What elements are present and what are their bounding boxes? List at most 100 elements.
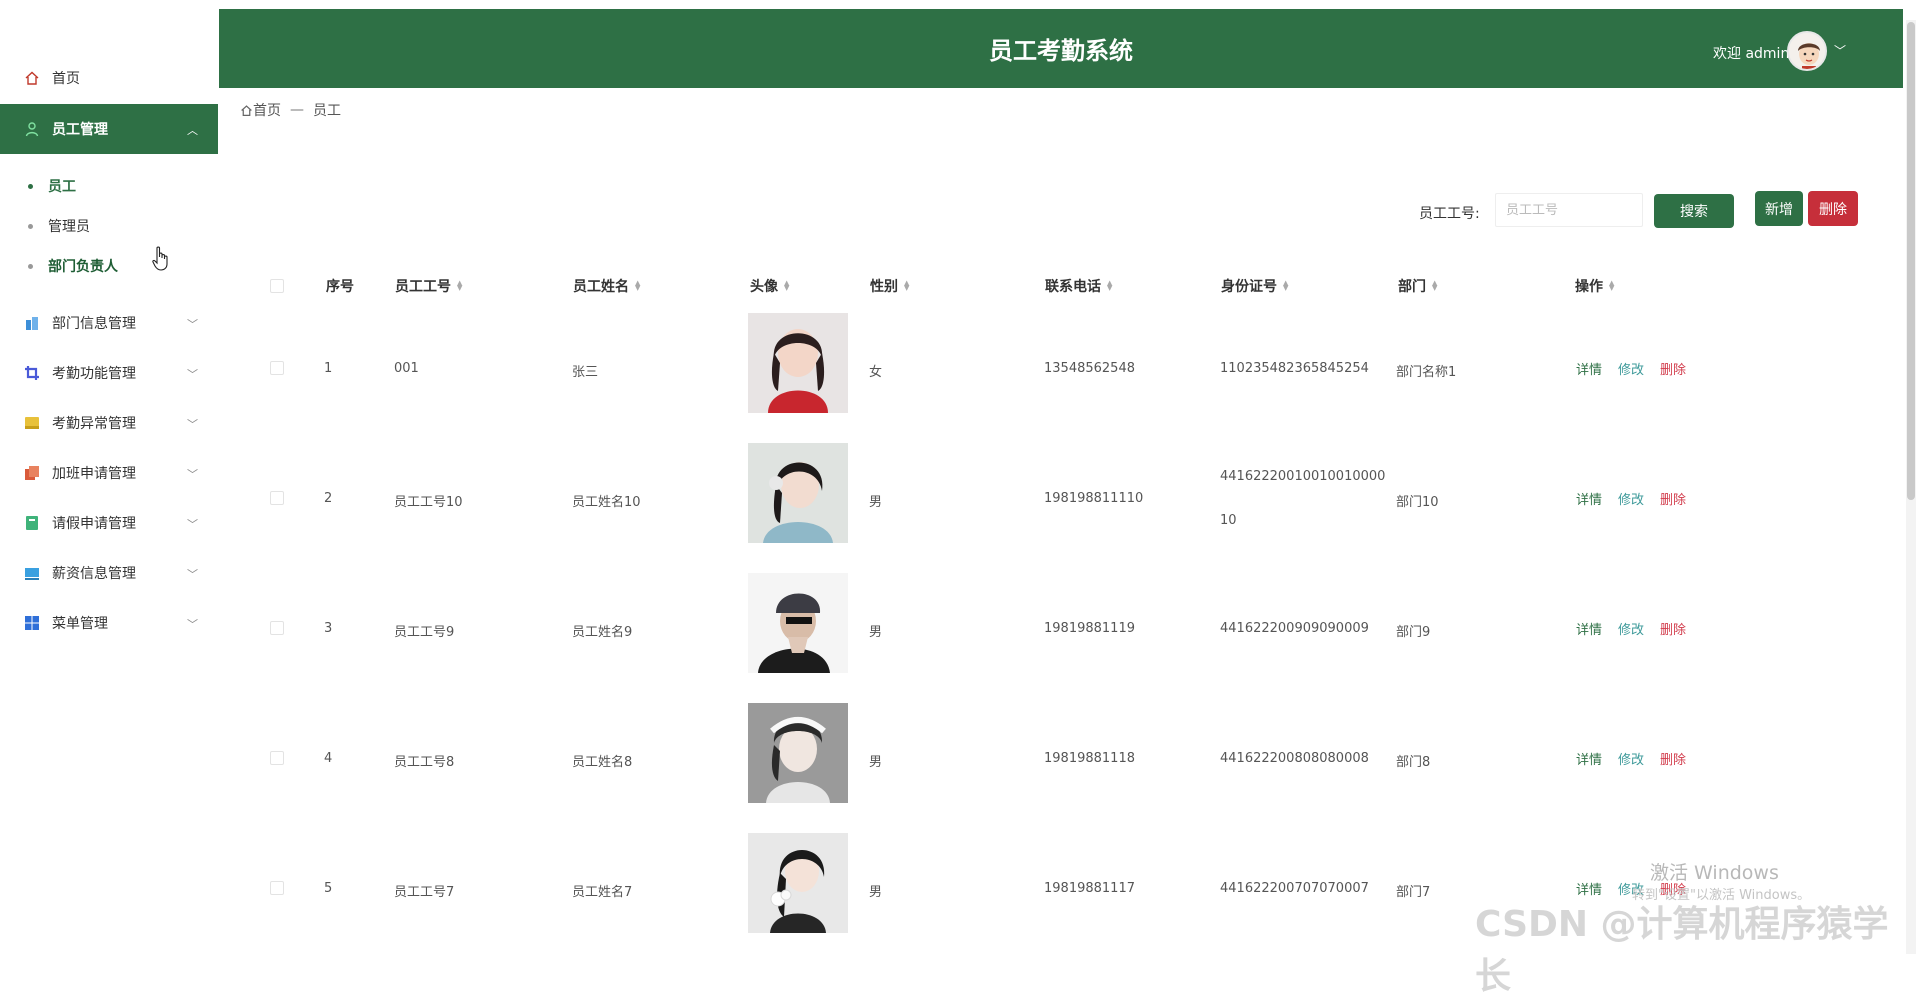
- chevron-down-icon[interactable]: ﹀: [1834, 42, 1846, 59]
- top-header: 员工考勤系统 欢迎 admin ﹀: [219, 9, 1903, 88]
- sidebar-subitem-dept-head[interactable]: 部门负责人: [28, 252, 118, 280]
- cell-emp-no: 001: [394, 361, 419, 376]
- column-header-label: 身份证号: [1221, 279, 1277, 295]
- edit-link[interactable]: 修改: [1618, 489, 1644, 508]
- sidebar-item-salary[interactable]: 薪资信息管理 ﹀: [0, 548, 218, 598]
- delete-link[interactable]: 删除: [1660, 359, 1686, 378]
- cell-dept: 部门8: [1396, 755, 1431, 770]
- portrait-image: [748, 443, 848, 543]
- sort-icon[interactable]: ▲ ▼: [635, 280, 640, 292]
- crop-icon: [25, 366, 39, 380]
- scrollbar-thumb[interactable]: [1907, 22, 1915, 500]
- mouse-cursor-icon: [152, 246, 168, 271]
- sidebar-subitem-admin[interactable]: 管理员: [28, 212, 90, 240]
- delete-link[interactable]: 删除: [1660, 749, 1686, 768]
- cell-dept: 部门9: [1396, 625, 1431, 640]
- cell-id-card: 441622200808080008: [1220, 751, 1369, 766]
- employee-photo: [748, 573, 848, 673]
- column-header-dept[interactable]: 部门 ▲ ▼: [1398, 276, 1437, 296]
- table-row: 3 员工工号9 员工姓名9 男 19819881119 441622200909…: [260, 568, 1860, 698]
- cell-id-card: 44162220010010010000: [1220, 469, 1386, 484]
- cell-name: 员工姓名7: [572, 885, 633, 900]
- detail-link[interactable]: 详情: [1576, 619, 1602, 638]
- sort-icon[interactable]: ▲ ▼: [1609, 280, 1614, 292]
- column-header-phone[interactable]: 联系电话 ▲ ▼: [1045, 276, 1112, 296]
- sidebar-subitem-employee[interactable]: 员工: [28, 172, 76, 200]
- sidebar-item-home[interactable]: 首页: [0, 53, 218, 103]
- select-all-checkbox[interactable]: [270, 279, 284, 293]
- chevron-down-icon: ﹀: [187, 418, 198, 431]
- cell-id-card: 441622200909090009: [1220, 621, 1369, 636]
- csdn-watermark: CSDN @计算机程序猿学长: [1475, 904, 1889, 997]
- sidebar-item-dept-info[interactable]: 部门信息管理 ﹀: [0, 298, 218, 348]
- sidebar-item-label: 薪资信息管理: [52, 566, 136, 582]
- detail-link[interactable]: 详情: [1576, 749, 1602, 768]
- cell-dept: 部门名称1: [1396, 365, 1457, 380]
- cell-phone: 19819881118: [1044, 751, 1135, 766]
- sort-icon[interactable]: ▲ ▼: [1283, 280, 1288, 292]
- sort-icon[interactable]: ▲ ▼: [904, 280, 909, 292]
- column-header-name[interactable]: 员工姓名 ▲ ▼: [573, 276, 640, 296]
- bullet-icon: [28, 183, 33, 189]
- edit-link[interactable]: 修改: [1618, 619, 1644, 638]
- portrait-image: [748, 833, 848, 933]
- portrait-image: [748, 703, 848, 803]
- sidebar-item-overtime[interactable]: 加班申请管理 ﹀: [0, 448, 218, 498]
- column-header-emp-no[interactable]: 员工工号 ▲ ▼: [395, 276, 462, 296]
- cell-id-card: 441622200707070007: [1220, 881, 1369, 896]
- sidebar-item-employee-mgmt[interactable]: 员工管理 ︿: [0, 104, 218, 154]
- column-header-label: 操作: [1575, 279, 1603, 295]
- cell-phone: 13548562548: [1044, 361, 1135, 376]
- sidebar-item-attendance[interactable]: 考勤功能管理 ﹀: [0, 348, 218, 398]
- delete-link[interactable]: 删除: [1660, 619, 1686, 638]
- column-header-gender[interactable]: 性别 ▲ ▼: [870, 276, 909, 296]
- cell-emp-no: 员工工号8: [394, 755, 455, 770]
- welcome-text: 欢迎 admin: [1713, 46, 1790, 62]
- row-checkbox[interactable]: [270, 361, 284, 375]
- cell-name: 员工姓名9: [572, 625, 633, 640]
- column-header-label: 序号: [326, 279, 354, 295]
- row-checkbox[interactable]: [270, 751, 284, 765]
- avatar[interactable]: [1787, 31, 1827, 71]
- sidebar-item-label: 部门信息管理: [52, 316, 136, 332]
- cell-gender: 男: [869, 495, 883, 510]
- cell-index: 3: [324, 621, 333, 636]
- edit-link[interactable]: 修改: [1618, 359, 1644, 378]
- search-input[interactable]: [1495, 193, 1643, 227]
- employee-photo: [748, 313, 848, 413]
- grid-icon: [25, 616, 39, 630]
- sidebar-subitem-label: 员工: [48, 179, 76, 195]
- column-header-actions[interactable]: 操作 ▲ ▼: [1575, 276, 1614, 296]
- search-button[interactable]: 搜索: [1654, 194, 1734, 228]
- cell-phone: 19819881117: [1044, 881, 1135, 896]
- sidebar-item-attendance-exception[interactable]: 考勤异常管理 ﹀: [0, 398, 218, 448]
- row-checkbox[interactable]: [270, 491, 284, 505]
- sort-icon[interactable]: ▲ ▼: [1432, 280, 1437, 292]
- employee-photo: [748, 443, 848, 543]
- building-icon: [26, 317, 38, 330]
- breadcrumb-home[interactable]: 首页: [253, 100, 281, 120]
- detail-link[interactable]: 详情: [1576, 489, 1602, 508]
- vertical-scrollbar[interactable]: [1906, 20, 1916, 954]
- sidebar-item-menu[interactable]: 菜单管理 ﹀: [0, 598, 218, 648]
- delete-link[interactable]: 删除: [1660, 489, 1686, 508]
- column-header-label: 员工工号: [395, 279, 451, 295]
- home-icon: [25, 71, 39, 85]
- copy-icon: [25, 466, 39, 480]
- sort-icon[interactable]: ▲ ▼: [1107, 280, 1112, 292]
- batch-delete-button[interactable]: 删除: [1808, 191, 1858, 226]
- column-header-id-card[interactable]: 身份证号 ▲ ▼: [1221, 276, 1288, 296]
- sidebar-item-leave[interactable]: 请假申请管理 ﹀: [0, 498, 218, 548]
- breadcrumb: 首页 — 员工: [240, 100, 341, 120]
- edit-link[interactable]: 修改: [1618, 749, 1644, 768]
- sidebar-subitem-label: 管理员: [48, 219, 90, 235]
- row-checkbox[interactable]: [270, 621, 284, 635]
- column-header-avatar[interactable]: 头像 ▲ ▼: [750, 276, 789, 296]
- app-title: 员工考勤系统: [989, 37, 1133, 65]
- sort-icon[interactable]: ▲ ▼: [784, 280, 789, 292]
- cell-dept: 部门7: [1396, 885, 1431, 900]
- sort-icon[interactable]: ▲ ▼: [457, 280, 462, 292]
- detail-link[interactable]: 详情: [1576, 359, 1602, 378]
- row-checkbox[interactable]: [270, 881, 284, 895]
- add-button[interactable]: 新增: [1755, 191, 1803, 226]
